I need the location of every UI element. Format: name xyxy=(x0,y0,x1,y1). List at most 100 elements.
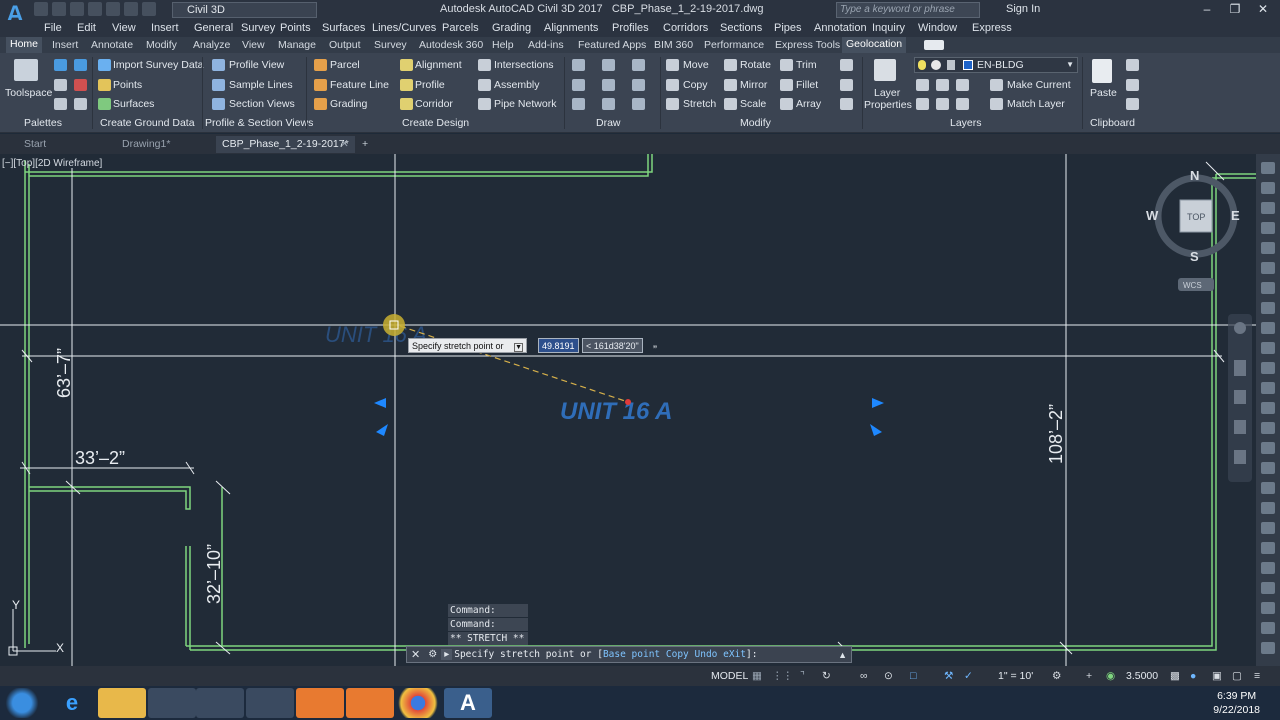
layers-palette-icon[interactable] xyxy=(74,98,87,110)
file-tab-drawing1[interactable]: Drawing1* xyxy=(116,136,176,153)
tab-output[interactable]: Output xyxy=(329,39,361,51)
menu-grading[interactable]: Grading xyxy=(492,22,531,34)
option-copy[interactable]: Copy xyxy=(666,649,689,660)
panel-clipboard[interactable]: Clipboard xyxy=(1090,117,1135,129)
option-exit[interactable]: eXit xyxy=(723,649,746,660)
copy-with-base-icon[interactable] xyxy=(1126,98,1139,110)
tool-icon[interactable] xyxy=(1261,362,1275,374)
units-value[interactable]: 3.5000 xyxy=(1126,670,1158,682)
clock[interactable]: 6:39 PM 9/22/2018 xyxy=(1213,689,1260,717)
tool-icon[interactable] xyxy=(1261,162,1275,174)
rotate-button[interactable]: Rotate xyxy=(740,59,771,71)
tool-icon[interactable] xyxy=(1261,482,1275,494)
tab-survey[interactable]: Survey xyxy=(374,39,407,51)
angle-input[interactable]: < 161d38'20" xyxy=(582,338,643,353)
ribbon-options-icon[interactable] xyxy=(924,40,944,50)
tool-icon[interactable] xyxy=(1261,402,1275,414)
tool-icon[interactable] xyxy=(1261,422,1275,434)
layer-properties-label-1[interactable]: Layer xyxy=(874,87,900,99)
alignment-button[interactable]: Alignment xyxy=(415,59,462,71)
tab-performance[interactable]: Performance xyxy=(704,39,764,51)
tool-icon[interactable] xyxy=(1261,642,1275,654)
copy-button[interactable]: Copy xyxy=(683,79,708,91)
workspace-dropdown[interactable]: Civil 3D xyxy=(172,2,317,18)
app-icon[interactable] xyxy=(346,688,394,718)
toolspace-button[interactable]: Toolspace xyxy=(5,87,52,99)
layer-tool-icon[interactable] xyxy=(956,98,969,110)
profile-button[interactable]: Profile xyxy=(415,79,445,91)
menu-points[interactable]: Points xyxy=(280,22,311,34)
annotation-monitor-icon[interactable]: ◉ xyxy=(1106,670,1115,682)
menu-window[interactable]: Window xyxy=(918,22,957,34)
sample-lines-button[interactable]: Sample Lines xyxy=(229,79,293,91)
assembly-button[interactable]: Assembly xyxy=(494,79,540,91)
menu-survey[interactable]: Survey xyxy=(241,22,275,34)
menu-annotation[interactable]: Annotation xyxy=(814,22,867,34)
tool-icon[interactable] xyxy=(1261,602,1275,614)
save-as-icon[interactable] xyxy=(88,2,102,16)
stretch-button[interactable]: Stretch xyxy=(683,98,716,110)
menu-insert[interactable]: Insert xyxy=(151,22,179,34)
toolspace-icon[interactable] xyxy=(14,59,38,81)
annotation-visibility-icon[interactable]: ⚒ xyxy=(944,670,953,682)
array-button[interactable]: Array xyxy=(796,98,821,110)
mirror-button[interactable]: Mirror xyxy=(740,79,767,91)
tool-icon[interactable] xyxy=(1261,582,1275,594)
hatch-icon[interactable] xyxy=(632,79,645,91)
menu-profiles[interactable]: Profiles xyxy=(612,22,649,34)
ellipse-icon[interactable] xyxy=(602,98,615,110)
menu-inquiry[interactable]: Inquiry xyxy=(872,22,905,34)
minimize-icon[interactable]: – xyxy=(1194,1,1220,18)
survey-icon[interactable] xyxy=(54,79,67,91)
start-button-icon[interactable] xyxy=(4,688,40,718)
tab-modify[interactable]: Modify xyxy=(146,39,177,51)
object-snap-icon[interactable]: □ xyxy=(910,670,916,682)
drawing-canvas[interactable]: 63’–7” 33’–2” 32’–10” 108’–2” ” UNIT 16 … xyxy=(0,154,1256,666)
autocad-taskbar-icon[interactable]: A xyxy=(444,688,492,718)
tool-icon[interactable] xyxy=(1261,502,1275,514)
viewcube-w-label[interactable]: W xyxy=(1146,208,1159,223)
circle-icon[interactable] xyxy=(602,79,615,91)
panel-create-design[interactable]: Create Design xyxy=(402,117,469,129)
layer-tool-icon[interactable] xyxy=(916,98,929,110)
panel-profile-section-views[interactable]: Profile & Section Views xyxy=(205,117,313,129)
infer-constraints-icon[interactable]: ⌝ xyxy=(800,670,805,682)
intersections-button[interactable]: Intersections xyxy=(494,59,554,71)
close-tab-icon[interactable]: ✕ xyxy=(334,136,355,153)
menu-pipes[interactable]: Pipes xyxy=(774,22,802,34)
quick-properties-icon[interactable]: ▩ xyxy=(1170,670,1180,682)
tool-icon[interactable] xyxy=(1261,562,1275,574)
tab-autodesk-360[interactable]: Autodesk 360 xyxy=(419,39,483,51)
showmotion-icon[interactable] xyxy=(1234,450,1246,464)
tool-icon[interactable] xyxy=(1261,342,1275,354)
tab-home[interactable]: Home xyxy=(6,37,43,53)
tool-icon[interactable] xyxy=(1261,182,1275,194)
tool-icon[interactable] xyxy=(1261,522,1275,534)
panel-draw[interactable]: Draw xyxy=(596,117,621,129)
menu-lines-curves[interactable]: Lines/Curves xyxy=(372,22,436,34)
tool-icon[interactable] xyxy=(1261,442,1275,454)
menu-alignments[interactable]: Alignments xyxy=(544,22,598,34)
pipe-network-button[interactable]: Pipe Network xyxy=(494,98,556,110)
tool-icon[interactable] xyxy=(1261,202,1275,214)
distance-input[interactable]: 49.8191 xyxy=(538,338,579,353)
chevron-up-icon[interactable]: ▲ xyxy=(834,650,851,660)
object-snap-tracking-icon[interactable]: ⊙ xyxy=(884,670,893,682)
toolbox-icon[interactable] xyxy=(74,79,87,91)
model-space-button[interactable]: MODEL xyxy=(711,670,748,682)
import-survey-button[interactable]: Import Survey Data xyxy=(113,59,203,71)
viewcube[interactable]: TOP N S W E WCS xyxy=(1146,168,1240,291)
layer-properties-label-2[interactable]: Properties xyxy=(864,99,912,111)
new-icon[interactable] xyxy=(34,2,48,16)
menu-general[interactable]: General xyxy=(194,22,233,34)
tab-add-ins[interactable]: Add-ins xyxy=(528,39,564,51)
grid-icon[interactable]: ▦ xyxy=(752,670,762,682)
menu-sections[interactable]: Sections xyxy=(720,22,762,34)
prospector-icon[interactable] xyxy=(54,59,67,71)
clean-screen-icon[interactable]: ▢ xyxy=(1232,670,1242,682)
tab-annotate[interactable]: Annotate xyxy=(91,39,133,51)
zoom-icon[interactable] xyxy=(1234,390,1246,404)
tab-help[interactable]: Help xyxy=(492,39,514,51)
paste-button[interactable]: Paste xyxy=(1090,87,1117,99)
tool-icon[interactable] xyxy=(1261,322,1275,334)
